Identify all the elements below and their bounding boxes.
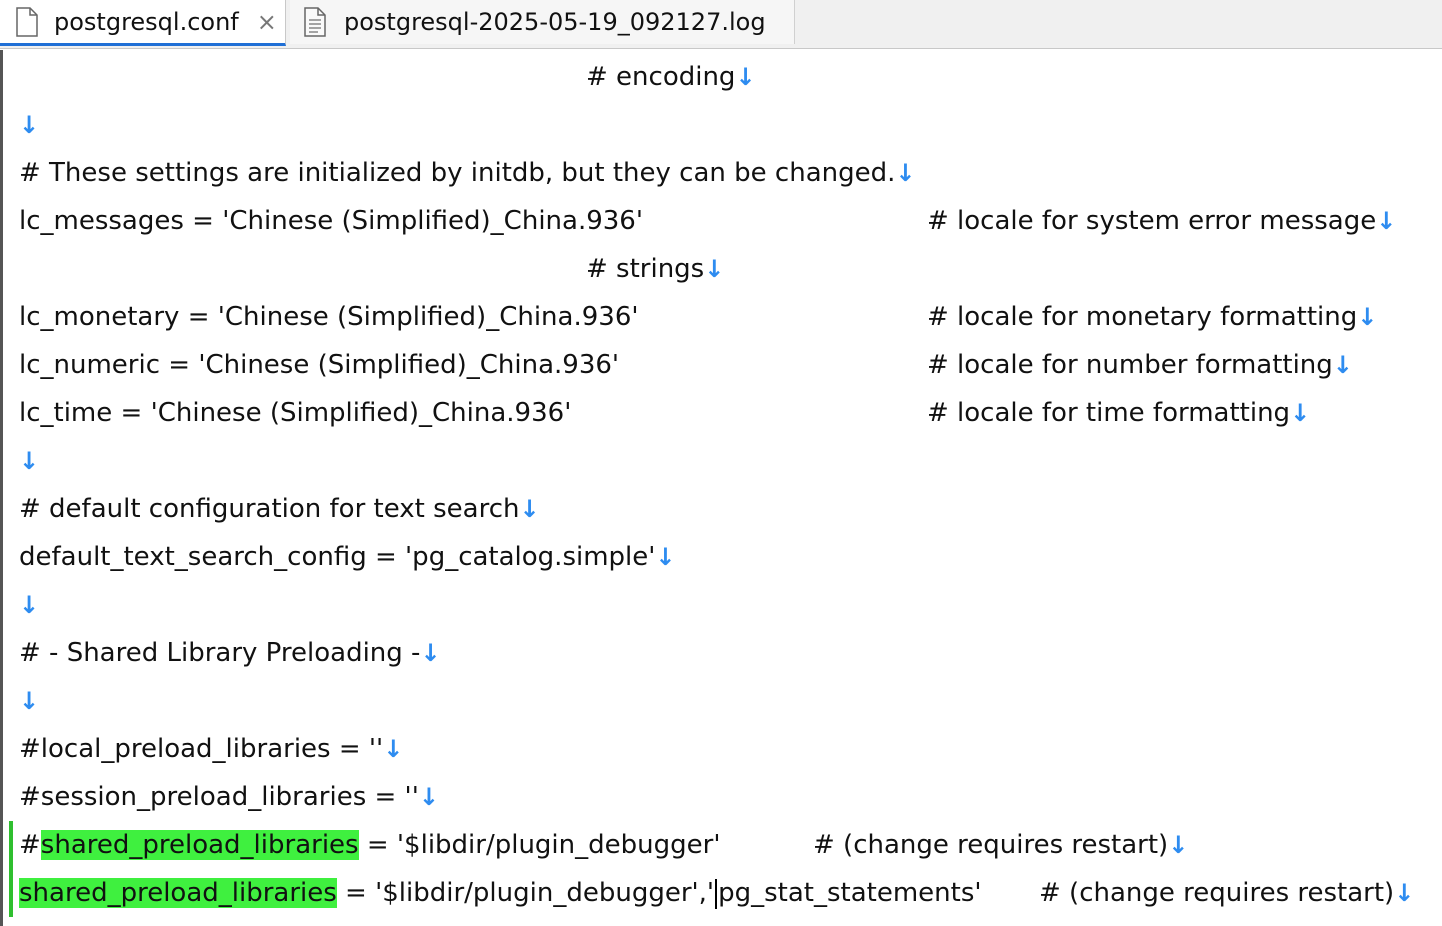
editor-line: #local_preload_libraries = ''↓ — [19, 729, 403, 769]
search-highlight: shared_preload_libraries — [19, 878, 337, 908]
return-marker-icon: ↓ — [1290, 399, 1311, 427]
tab-postgresql-conf[interactable]: postgresql.conf × — [0, 0, 286, 46]
text-file-icon — [304, 7, 326, 37]
editor-line: ↓ — [19, 585, 39, 625]
comment-text: # locale for system error message — [927, 206, 1377, 236]
return-marker-icon: ↓ — [1394, 879, 1415, 907]
tab-postgresql-log[interactable]: postgresql-2025-05-19_092127.log — [290, 0, 795, 44]
return-marker-icon: ↓ — [655, 543, 676, 571]
editor-line: shared_preload_libraries = '$libdir/plug… — [19, 873, 982, 913]
tab-bar: postgresql.conf × postgresql-2025-05-19_… — [0, 0, 1442, 49]
comment-text: # locale for monetary formatting — [927, 302, 1358, 332]
tab-label: postgresql-2025-05-19_092127.log — [344, 8, 766, 36]
return-marker-icon: ↓ — [418, 783, 439, 811]
line-text: # - Shared Library Preloading - — [19, 638, 421, 668]
editor-line: # default configuration for text search↓ — [19, 489, 540, 529]
line-comment: # (change requires restart)↓ — [1039, 873, 1414, 913]
return-marker-icon: ↓ — [895, 159, 916, 187]
editor-line: ↓ — [19, 105, 39, 145]
text-editor[interactable]: # encoding↓ ↓ # These settings are initi… — [0, 50, 1442, 926]
line-comment: # locale for monetary formatting↓ — [927, 297, 1377, 337]
editor-line: ↓ — [19, 681, 39, 721]
line-text: default_text_search_config = 'pg_catalog… — [19, 542, 656, 572]
return-marker-icon: ↓ — [1168, 831, 1189, 859]
line-comment: # locale for number formatting↓ — [927, 345, 1353, 385]
line-text: # encoding — [586, 62, 736, 92]
return-marker-icon: ↓ — [519, 495, 540, 523]
modified-lines-marker — [9, 821, 13, 917]
close-icon[interactable]: × — [257, 10, 277, 34]
line-text: # These settings are initialized by init… — [19, 158, 896, 188]
editor-line: lc_numeric = 'Chinese (Simplified)_China… — [19, 345, 619, 385]
line-text: lc_numeric = 'Chinese (Simplified)_China… — [19, 350, 620, 380]
line-text: lc_time = 'Chinese (Simplified)_China.93… — [19, 398, 572, 428]
editor-line: #session_preload_libraries = ''↓ — [19, 777, 439, 817]
line-text: lc_monetary = 'Chinese (Simplified)_Chin… — [19, 302, 639, 332]
editor-line: ↓ — [19, 441, 39, 481]
tab-label: postgresql.conf — [54, 7, 239, 36]
return-marker-icon: ↓ — [19, 447, 40, 475]
return-marker-icon: ↓ — [19, 591, 40, 619]
editor-line: lc_time = 'Chinese (Simplified)_China.93… — [19, 393, 571, 433]
line-text: #local_preload_libraries = '' — [19, 734, 384, 764]
editor-line: # strings↓ — [586, 249, 724, 289]
line-text: #session_preload_libraries = '' — [19, 782, 419, 812]
editor-line: lc_messages = 'Chinese (Simplified)_Chin… — [19, 201, 643, 241]
line-comment: # (change requires restart)↓ — [813, 825, 1188, 865]
comment-text: # (change requires restart) — [1039, 878, 1395, 908]
line-comment: # locale for time formatting↓ — [927, 393, 1310, 433]
search-highlight: shared_preload_libraries — [40, 830, 359, 860]
editor-line: default_text_search_config = 'pg_catalog… — [19, 537, 676, 577]
line-text: lc_messages = 'Chinese (Simplified)_Chin… — [19, 206, 643, 236]
return-marker-icon: ↓ — [383, 735, 404, 763]
comment-text: # (change requires restart) — [813, 830, 1169, 860]
return-marker-icon: ↓ — [1376, 207, 1397, 235]
line-text: # — [19, 830, 41, 860]
line-text: pg_stat_statements' — [718, 878, 982, 908]
editor-line: # - Shared Library Preloading -↓ — [19, 633, 441, 673]
return-marker-icon: ↓ — [735, 63, 756, 91]
return-marker-icon: ↓ — [19, 687, 40, 715]
comment-text: # locale for time formatting — [927, 398, 1291, 428]
return-marker-icon: ↓ — [19, 111, 40, 139]
text-caret — [715, 878, 718, 909]
file-icon — [16, 6, 38, 37]
editor-line: # These settings are initialized by init… — [19, 153, 915, 193]
editor-line: lc_monetary = 'Chinese (Simplified)_Chin… — [19, 297, 639, 337]
line-text: # default configuration for text search — [19, 494, 520, 524]
line-text: # strings — [586, 254, 705, 284]
line-text: = '$libdir/plugin_debugger',' — [336, 878, 715, 908]
return-marker-icon: ↓ — [704, 255, 725, 283]
line-text: = '$libdir/plugin_debugger' — [358, 830, 721, 860]
line-comment: # locale for system error message↓ — [927, 201, 1396, 241]
return-marker-icon: ↓ — [420, 639, 441, 667]
editor-line: #shared_preload_libraries = '$libdir/plu… — [19, 825, 720, 865]
return-marker-icon: ↓ — [1332, 351, 1353, 379]
comment-text: # locale for number formatting — [927, 350, 1333, 380]
return-marker-icon: ↓ — [1357, 303, 1378, 331]
editor-line: # encoding↓ — [586, 57, 756, 97]
